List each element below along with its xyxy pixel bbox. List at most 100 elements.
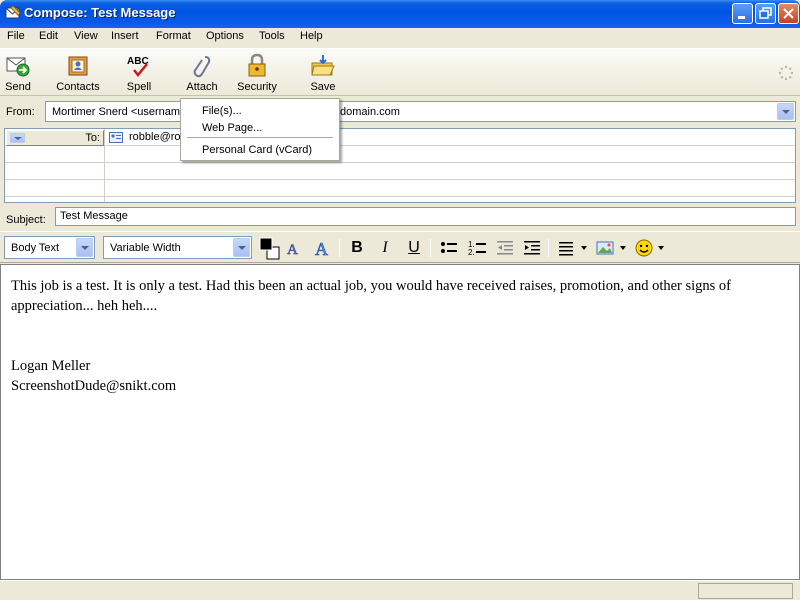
menu-insert[interactable]: Insert <box>111 30 139 42</box>
attach-icon <box>193 56 211 78</box>
from-select[interactable]: Mortimer Snerd <username domain.com <box>45 101 796 122</box>
bullet-list-button[interactable] <box>438 237 460 259</box>
decrease-indent-button[interactable] <box>494 237 516 259</box>
numbered-list-icon: 1. 2. <box>468 240 486 257</box>
chevron-down-icon <box>782 110 790 114</box>
menu-options[interactable]: Options <box>206 30 244 42</box>
from-label: From: <box>6 106 35 118</box>
compose-icon <box>5 5 21 19</box>
bold-button[interactable]: B <box>346 237 368 259</box>
recipient-row[interactable]: To: robble@ro <box>5 129 795 146</box>
subject-input[interactable]: Test Message <box>55 207 796 226</box>
chevron-down-icon <box>14 137 22 140</box>
from-dropdown-button[interactable] <box>777 103 794 120</box>
subject-label: Subject: <box>6 214 46 226</box>
insert-dropdown-arrow[interactable] <box>620 246 626 250</box>
italic-button[interactable]: I <box>374 237 396 259</box>
signature-name: Logan Meller <box>11 358 91 374</box>
paragraph-style-select[interactable]: Body Text <box>4 236 95 259</box>
text-color-icon[interactable] <box>258 236 280 260</box>
close-icon <box>783 8 794 19</box>
align-dropdown-arrow[interactable] <box>581 246 587 250</box>
to-label: To: <box>85 132 100 144</box>
body-line: This job is a test. It is only a test. H… <box>11 278 732 294</box>
save-icon <box>311 55 335 76</box>
paragraph-style-value: Body Text <box>11 242 60 254</box>
menu-edit[interactable]: Edit <box>39 30 58 42</box>
send-button[interactable]: Send <box>2 51 34 95</box>
recipient-row[interactable] <box>5 163 795 180</box>
font-dropdown[interactable] <box>233 238 250 257</box>
recipient-type-dropdown[interactable] <box>10 133 25 143</box>
font-select[interactable]: Variable Width <box>103 236 252 259</box>
restore-icon <box>759 7 772 19</box>
throbber-icon <box>778 65 794 81</box>
svg-text:2.: 2. <box>468 248 475 257</box>
security-label: Security <box>237 81 277 93</box>
attach-label: Attach <box>186 81 218 93</box>
close-button[interactable] <box>778 3 799 24</box>
menu-format[interactable]: Format <box>156 30 191 42</box>
outdent-icon <box>497 241 513 255</box>
smaller-font-icon: A <box>287 242 299 259</box>
save-label: Save <box>310 81 336 93</box>
recipient-row[interactable] <box>5 146 795 163</box>
from-value: Mortimer Snerd <username <box>52 106 187 118</box>
bullet-list-icon <box>441 242 457 253</box>
attach-menu: File(s)... Web Page... Personal Card (vC… <box>180 98 340 161</box>
toolbar-separator <box>339 239 340 257</box>
recipients-list[interactable]: To: robble@ro <box>4 128 796 203</box>
smiley-icon <box>635 239 653 257</box>
recipient-type-select[interactable]: To: <box>6 130 104 146</box>
svg-text:A: A <box>287 242 298 258</box>
insert-image-button[interactable] <box>595 237 617 259</box>
image-icon <box>596 241 614 255</box>
paragraph-style-dropdown[interactable] <box>76 238 93 257</box>
format-toolbar: Body Text Variable Width A A B I U 1. 2. <box>0 231 800 263</box>
menu-bar: File Edit View Insert Format Options Too… <box>0 28 800 47</box>
numbered-list-button[interactable]: 1. 2. <box>466 237 488 259</box>
spell-icon: ABC <box>127 56 149 77</box>
menu-help[interactable]: Help <box>300 30 323 42</box>
smaller-font-button[interactable]: A <box>284 237 306 259</box>
attach-vcard-item[interactable]: Personal Card (vCard) <box>202 144 312 156</box>
maximize-button[interactable] <box>755 3 776 24</box>
message-body[interactable]: This job is a test. It is only a test. H… <box>0 264 800 580</box>
smiley-dropdown-arrow[interactable] <box>658 246 664 250</box>
spell-button[interactable]: ABC Spell <box>122 51 156 95</box>
address-area: From: Mortimer Snerd <username domain.co… <box>0 97 800 231</box>
toolbar-separator <box>430 239 431 257</box>
save-button[interactable]: Save <box>306 51 340 95</box>
status-panel <box>698 583 793 599</box>
align-button[interactable] <box>556 237 578 259</box>
menu-file[interactable]: File <box>7 30 25 42</box>
contacts-label: Contacts <box>56 81 100 93</box>
smiley-button[interactable] <box>633 237 655 259</box>
menu-separator <box>187 137 333 138</box>
minimize-icon <box>738 16 745 19</box>
larger-font-button[interactable]: A <box>313 237 335 260</box>
spell-label: Spell <box>126 81 152 93</box>
contacts-button[interactable]: Contacts <box>53 51 103 95</box>
attach-files-item[interactable]: File(s)... <box>202 105 242 117</box>
from-value-domain: domain.com <box>340 106 400 118</box>
to-value[interactable]: robble@ro <box>129 131 181 143</box>
svg-text:A: A <box>315 239 328 259</box>
underline-button[interactable]: U <box>403 237 425 259</box>
menu-view[interactable]: View <box>74 30 98 42</box>
attach-button[interactable]: Attach <box>184 51 220 95</box>
increase-indent-button[interactable] <box>521 237 543 259</box>
subject-value: Test Message <box>60 210 128 222</box>
security-button[interactable]: Security <box>235 51 279 95</box>
recipient-row[interactable] <box>5 180 795 197</box>
minimize-button[interactable] <box>732 3 753 24</box>
security-icon <box>248 53 266 77</box>
font-value: Variable Width <box>110 242 181 254</box>
chevron-down-icon <box>238 246 246 250</box>
align-icon <box>559 242 573 256</box>
status-bar <box>0 580 800 600</box>
title-bar[interactable]: Compose: Test Message <box>0 0 800 28</box>
body-line: appreciation... heh heh.... <box>11 298 158 314</box>
attach-web-page-item[interactable]: Web Page... <box>202 122 262 134</box>
menu-tools[interactable]: Tools <box>259 30 285 42</box>
